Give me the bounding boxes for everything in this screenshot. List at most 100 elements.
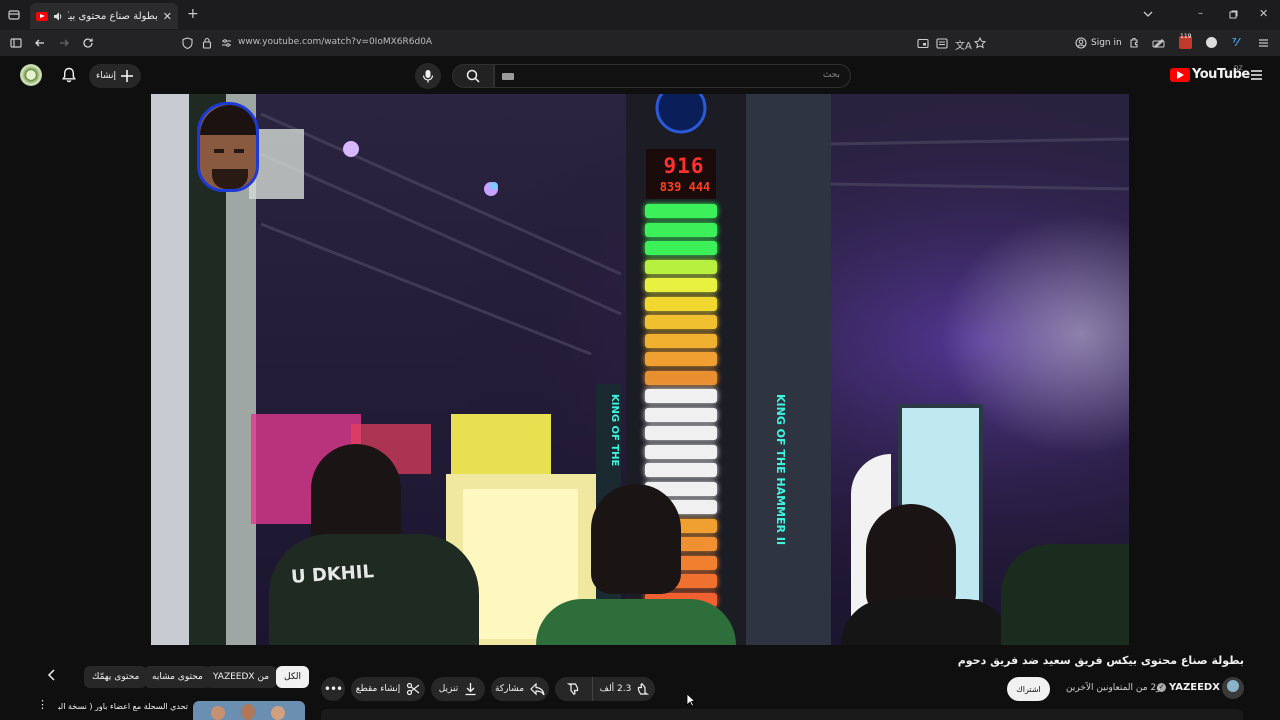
sign-in-label: Sign in bbox=[1091, 38, 1122, 48]
avatar[interactable] bbox=[20, 64, 42, 86]
chip-from-channel[interactable]: من YAZEEDX bbox=[205, 666, 278, 688]
youtube-favicon-icon bbox=[36, 11, 48, 21]
channel-name[interactable]: YAZEEDX bbox=[1169, 682, 1220, 693]
share-icon bbox=[530, 682, 545, 695]
voice-search-button[interactable] bbox=[415, 63, 441, 89]
chip-all[interactable]: الكل bbox=[276, 666, 310, 688]
more-horizontal-icon: ••• bbox=[323, 682, 343, 696]
video-player[interactable]: 916 839 444 KING OF THE KING OF THE HAMM… bbox=[151, 94, 1129, 645]
person-left-body bbox=[269, 534, 479, 645]
lock-icon[interactable] bbox=[202, 37, 212, 49]
restore-icon[interactable] bbox=[1229, 10, 1238, 19]
reload-icon[interactable] bbox=[82, 37, 94, 49]
share-button[interactable]: مشاركة bbox=[491, 677, 549, 701]
ublock-icon[interactable]: 119 bbox=[1179, 33, 1192, 49]
person-right-body bbox=[841, 599, 1011, 645]
meter-segment bbox=[645, 204, 717, 218]
forward-icon[interactable] bbox=[58, 37, 70, 49]
next-video-title[interactable]: تحدي السحلة مع اعضاء باور ( نسخة الباص ) bbox=[58, 702, 188, 711]
youtube-logo-icon[interactable] bbox=[1170, 68, 1190, 82]
download-label: تنزيل bbox=[438, 684, 459, 694]
description-box[interactable] bbox=[321, 709, 1243, 720]
bookmark-star-icon[interactable] bbox=[974, 37, 986, 49]
create-label: إنشاء bbox=[95, 71, 116, 81]
collaborators-text[interactable]: و2 من المتعاونين الآخرين bbox=[1066, 683, 1161, 693]
chips-scroll-left-icon[interactable] bbox=[46, 668, 58, 682]
site-settings-icon[interactable] bbox=[221, 38, 232, 48]
chip-for-you[interactable]: محتوى يهمّك bbox=[84, 666, 148, 688]
search-input[interactable]: بحث bbox=[494, 64, 851, 88]
video-title: بطولة صناع محتوى بيكس فريق سعيد ضد فريق … bbox=[957, 654, 1244, 667]
chip-similar[interactable]: محتوى مشابه bbox=[144, 666, 211, 688]
keyboard-icon[interactable] bbox=[502, 73, 514, 80]
meter-segment bbox=[645, 407, 717, 422]
speaker-icon[interactable] bbox=[53, 12, 63, 21]
create-button[interactable]: إنشاء bbox=[89, 64, 141, 88]
browser-menu-icon[interactable] bbox=[1258, 38, 1269, 48]
extensions-icon[interactable] bbox=[1128, 37, 1140, 49]
account-icon bbox=[1075, 37, 1087, 49]
address-bar-row: www.youtube.com/watch?v=0IoMX6R6d0A 文A S… bbox=[0, 30, 1280, 56]
below-player-area: بطولة صناع محتوى بيكس فريق سعيد ضد فريق … bbox=[0, 645, 1280, 720]
tab-list-icon[interactable] bbox=[8, 9, 20, 21]
browser-tab[interactable]: بطولة صناع محتوى بيكس فر ✕ bbox=[30, 3, 178, 29]
search-placeholder: بحث bbox=[822, 70, 840, 80]
meter-segment bbox=[645, 426, 717, 440]
tab-title: بطولة صناع محتوى بيكس فر bbox=[68, 10, 158, 22]
sidebar-toggle-icon[interactable] bbox=[10, 37, 22, 49]
search-button[interactable] bbox=[452, 64, 494, 88]
bell-icon[interactable] bbox=[61, 67, 77, 83]
youtube-header: إنشاء بحث YouTube DZ bbox=[0, 56, 1280, 94]
close-window-icon[interactable]: ✕ bbox=[1259, 7, 1268, 20]
next-video-thumbnail[interactable] bbox=[193, 701, 305, 720]
subscribe-label: اشتراك bbox=[1016, 684, 1041, 694]
extension-badge-count: 119 bbox=[1180, 33, 1192, 40]
back-icon[interactable] bbox=[34, 37, 46, 49]
reader-view-icon[interactable] bbox=[936, 38, 948, 49]
download-icon bbox=[465, 683, 476, 696]
globe-extension-icon[interactable] bbox=[1206, 37, 1217, 48]
more-actions-button[interactable]: ••• bbox=[321, 677, 345, 701]
plus-icon bbox=[121, 70, 133, 82]
close-tab-icon[interactable]: ✕ bbox=[163, 10, 172, 23]
new-tab-icon[interactable]: + bbox=[187, 7, 199, 21]
next-video-menu-icon[interactable]: ⋮ bbox=[37, 699, 48, 710]
like-count: 2.3 ألف bbox=[599, 684, 632, 694]
meter-segment bbox=[645, 241, 717, 255]
subscribe-button[interactable]: اشتراك bbox=[1007, 677, 1050, 701]
facecam-overlay bbox=[197, 102, 259, 192]
like-button[interactable]: 2.3 ألف bbox=[594, 677, 655, 701]
screenshot-icon[interactable] bbox=[917, 38, 929, 49]
url-text[interactable]: www.youtube.com/watch?v=0IoMX6R6d0A bbox=[238, 37, 432, 47]
extension-card-icon[interactable] bbox=[1152, 37, 1166, 49]
person-center-head bbox=[591, 484, 681, 594]
guide-menu-icon[interactable] bbox=[1250, 69, 1263, 81]
meter-segment bbox=[645, 296, 717, 311]
download-button[interactable]: تنزيل bbox=[431, 677, 485, 701]
clip-button[interactable]: إنشاء مقطع bbox=[351, 677, 425, 701]
meter-segment bbox=[645, 278, 717, 292]
score-bottom: 839 444 bbox=[659, 180, 711, 194]
mouse-pointer-icon bbox=[686, 693, 696, 707]
dislike-button[interactable] bbox=[555, 677, 593, 701]
translator-extension-icon[interactable]: ⁷⁄ bbox=[1232, 36, 1239, 49]
search-icon bbox=[466, 69, 480, 83]
person-far-right bbox=[1001, 544, 1129, 645]
meter-segment bbox=[645, 352, 717, 366]
microphone-icon bbox=[422, 70, 434, 83]
neon-sign-right: KING OF THE HAMMER II bbox=[774, 394, 787, 546]
chevron-down-icon[interactable] bbox=[1142, 9, 1154, 19]
translate-icon[interactable]: 文A bbox=[955, 37, 972, 52]
meter-segment bbox=[645, 444, 717, 459]
shield-icon[interactable] bbox=[182, 37, 193, 49]
sign-in-button[interactable]: Sign in bbox=[1075, 37, 1122, 49]
minimize-icon[interactable]: – bbox=[1198, 8, 1203, 19]
meter-segment bbox=[645, 315, 717, 329]
person-right-head bbox=[866, 504, 956, 614]
meter-segment bbox=[645, 222, 717, 237]
thumbs-down-icon bbox=[566, 683, 578, 696]
meter-segment bbox=[645, 259, 717, 274]
browser-tab-bar: بطولة صناع محتوى بيكس فر ✕ + – ✕ bbox=[0, 0, 1280, 30]
channel-avatar[interactable] bbox=[1222, 677, 1244, 699]
scissors-icon bbox=[407, 682, 420, 696]
